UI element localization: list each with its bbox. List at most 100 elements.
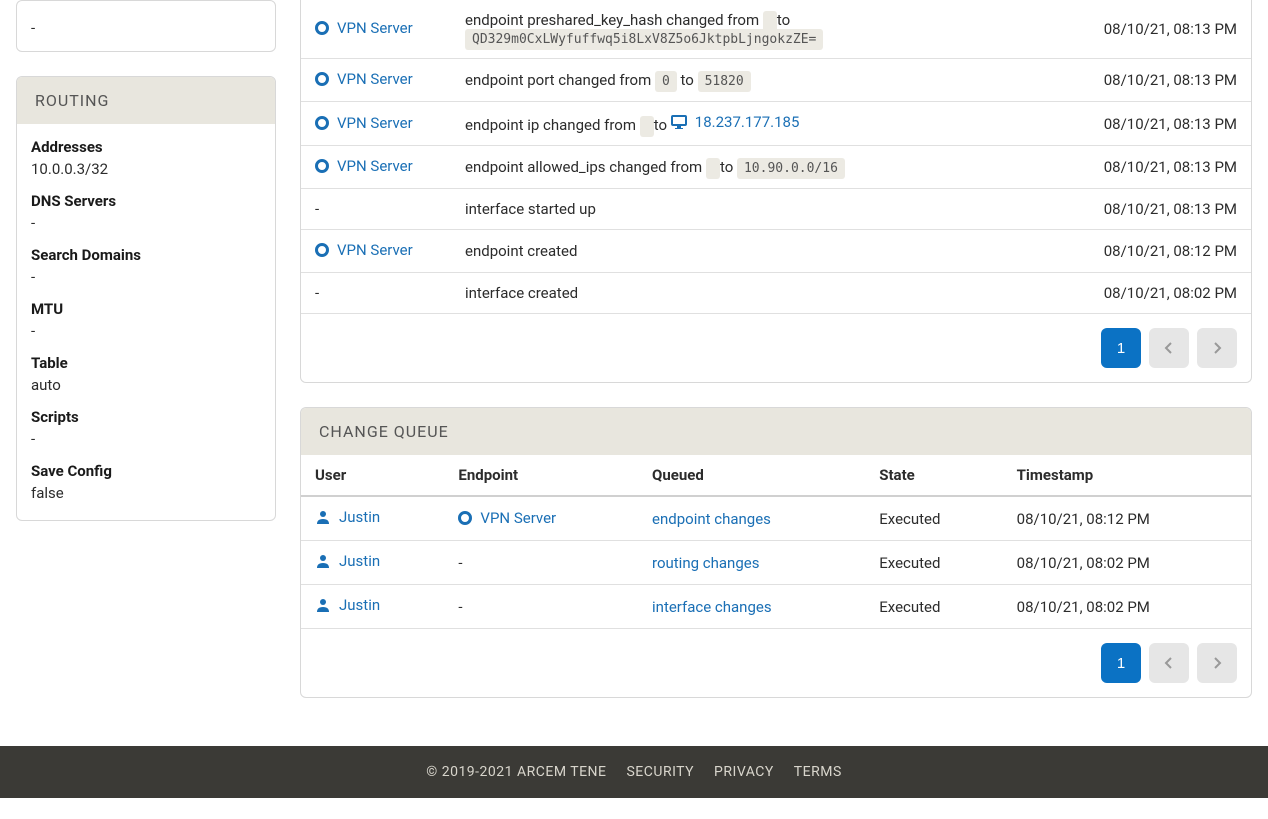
queue-timestamp: 08/10/21, 08:02 PM [1003,585,1251,629]
chevron-right-icon [1212,341,1222,355]
log-row: -interface created08/10/21, 08:02 PM [301,273,1251,314]
endpoint-empty: - [458,598,462,616]
log-timestamp: 08/10/21, 08:13 PM [1090,59,1251,102]
endpoint-name: VPN Server [337,19,413,37]
queue-header-endpoint: Endpoint [444,455,638,496]
sidebar-top-card: - [16,0,276,52]
log-page-prev[interactable] [1149,328,1189,368]
endpoint-link[interactable]: VPN Server [315,70,413,88]
user-icon [315,553,331,569]
queue-page-1[interactable]: 1 [1101,643,1141,683]
endpoint-name: VPN Server [337,157,413,175]
code-value: 0 [655,71,677,92]
circle-icon [315,159,329,173]
log-message: endpoint ip changed from to 18.237.177.1… [451,102,1090,146]
log-message: endpoint preshared_key_hash changed from… [451,0,1090,59]
footer-link-security[interactable]: SECURITY [626,764,694,780]
log-row: VPN Server endpoint preshared_key_hash ch… [301,0,1251,59]
code-value: 10.90.0.0/16 [737,158,845,179]
routing-field-value: - [31,322,261,340]
log-message: endpoint allowed_ips changed from to 10.… [451,146,1090,189]
queue-header-timestamp: Timestamp [1003,455,1251,496]
queue-page-next[interactable] [1197,643,1237,683]
circle-icon [458,511,472,525]
endpoint-empty: - [458,554,462,572]
circle-icon [315,21,329,35]
routing-field-value: auto [31,376,261,394]
code-value [706,158,720,179]
log-card: VPN Server endpoint preshared_key_hash ch… [300,0,1252,383]
endpoint-link[interactable]: VPN Server [315,241,413,259]
log-message: interface started up [451,189,1090,230]
code-value: 51820 [698,71,751,92]
log-pagination: 1 [301,314,1251,382]
routing-field-value: - [31,214,261,232]
queue-row: Justin - routing changes Executed08/10/21, … [301,541,1251,585]
routing-field-label: Scripts [31,408,261,426]
routing-field-label: Addresses [31,138,261,156]
routing-field-label: Table [31,354,261,372]
queue-page-prev[interactable] [1149,643,1189,683]
display-icon [671,114,687,130]
endpoint-name: VPN Server [337,241,413,259]
queue-header-user: User [301,455,444,496]
endpoint-link[interactable]: VPN Server [315,19,413,37]
queue-timestamp: 08/10/21, 08:02 PM [1003,541,1251,585]
footer: © 2019-2021 ARCEM TENE SECURITY PRIVACY … [0,746,1268,798]
circle-icon [315,72,329,86]
log-row: VPN Server endpoint created08/10/21, 08:1… [301,230,1251,273]
queue-pagination: 1 [301,629,1251,697]
log-row: - interface started up08/10/21, 08:13 PM [301,189,1251,230]
log-timestamp: 08/10/21, 08:13 PM [1090,189,1251,230]
footer-link-terms[interactable]: TERMS [794,764,842,780]
user-link[interactable]: Justin [315,596,380,614]
endpoint-link[interactable]: VPN Server [315,114,413,132]
queue-state: Executed [865,541,1002,585]
endpoint-link[interactable]: VPN Server [458,509,556,527]
queued-link[interactable]: routing changes [652,554,759,572]
queue-timestamp: 08/10/21, 08:12 PM [1003,496,1251,541]
user-link[interactable]: Justin [315,508,380,526]
routing-field-label: Search Domains [31,246,261,264]
endpoint-name: VPN Server [480,509,556,527]
routing-field-value: - [31,430,261,448]
queue-header-queued: Queued [638,455,865,496]
sidebar-top-value: - [31,19,261,37]
endpoint-empty: - [315,200,319,218]
log-page-1[interactable]: 1 [1101,328,1141,368]
routing-field-value: false [31,484,261,502]
queue-row: Justin - interface changes Executed08/10/21… [301,585,1251,629]
queue-header-state: State [865,455,1002,496]
log-message: endpoint created [451,230,1090,273]
circle-icon [315,243,329,257]
log-row: VPN Server endpoint allowed_ips changed f… [301,146,1251,189]
user-icon [315,509,331,525]
endpoint-link[interactable]: VPN Server [315,157,413,175]
queued-link[interactable]: endpoint changes [652,510,771,528]
code-value: QD329m0CxLWyfuffwq5i8LxV8Z5o6JktpbLjngok… [465,29,823,50]
log-timestamp: 08/10/21, 08:02 PM [1090,273,1251,314]
change-queue-title: CHANGE QUEUE [301,408,1251,455]
ip-link[interactable]: 18.237.177.185 [671,113,800,131]
routing-field-label: MTU [31,300,261,318]
log-row: VPN Server endpoint ip changed from to 18… [301,102,1251,146]
log-page-next[interactable] [1197,328,1237,368]
log-timestamp: 08/10/21, 08:13 PM [1090,102,1251,146]
chevron-left-icon [1164,656,1174,670]
routing-card-title: ROUTING [17,77,275,124]
queued-link[interactable]: interface changes [652,598,772,616]
change-queue-card: CHANGE QUEUE User Endpoint Queued State … [300,407,1252,698]
routing-field-value: - [31,268,261,286]
queue-state: Executed [865,585,1002,629]
chevron-right-icon [1212,656,1222,670]
user-link[interactable]: Justin [315,552,380,570]
circle-icon [315,116,329,130]
endpoint-empty: - [315,284,319,302]
log-timestamp: 08/10/21, 08:12 PM [1090,230,1251,273]
queue-state: Executed [865,496,1002,541]
footer-link-privacy[interactable]: PRIVACY [714,764,774,780]
routing-field-label: DNS Servers [31,192,261,210]
routing-card: ROUTING Addresses10.0.0.3/32DNS Servers-… [16,76,276,521]
log-message: endpoint port changed from 0 to 51820 [451,59,1090,102]
queue-row: Justin VPN Server endpoint changes Executed… [301,496,1251,541]
